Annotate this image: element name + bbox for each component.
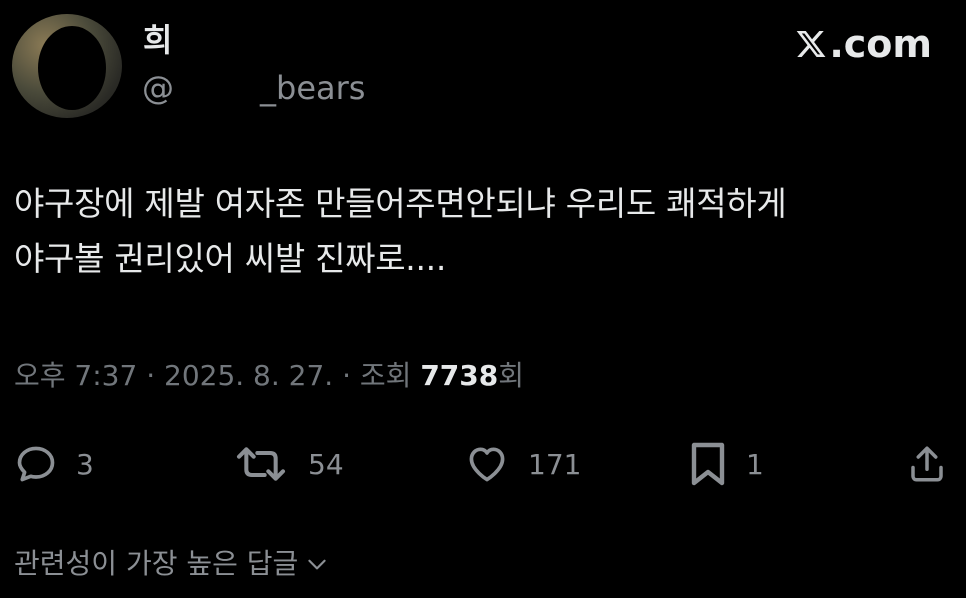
- reply-count: 3: [76, 447, 94, 481]
- handle-suffix: _bears: [260, 69, 366, 107]
- chevron-down-icon: [308, 559, 326, 570]
- brand-text: .com: [829, 22, 932, 66]
- bookmark-button[interactable]: 1: [688, 436, 764, 492]
- tweet-meta: 오후 7:37 · 2025. 8. 27. · 조회 7738회: [14, 356, 524, 396]
- replies-sort-dropdown[interactable]: 관련성이 가장 높은 답글: [14, 544, 330, 584]
- replies-sort-label: 관련성이 가장 높은 답글: [14, 547, 299, 580]
- action-bar: 3 54 171 1: [0, 436, 966, 492]
- author-handle[interactable]: @ _bears: [142, 68, 365, 108]
- author-display-name[interactable]: 희: [143, 20, 172, 60]
- avatar[interactable]: [12, 14, 122, 118]
- repost-button[interactable]: 54: [232, 436, 344, 492]
- like-button[interactable]: 171: [464, 436, 581, 492]
- share-button[interactable]: [906, 436, 948, 492]
- reply-button[interactable]: 3: [14, 436, 94, 492]
- tweet-text-line: 야구볼 권리있어 씨발 진짜로....: [14, 239, 447, 278]
- tweet-text-line: 야구장에 제발 여자존 만들어주면안되냐 우리도 쾌적하게: [14, 184, 787, 223]
- share-icon: [911, 446, 943, 482]
- x-logo-icon: [797, 31, 826, 57]
- repost-icon: [236, 447, 286, 481]
- like-count: 171: [528, 447, 582, 481]
- handle-prefix: @: [142, 69, 174, 107]
- reply-icon: [17, 446, 55, 482]
- bookmark-count: 1: [746, 447, 764, 481]
- bookmark-icon: [691, 442, 725, 486]
- repost-count: 54: [308, 447, 344, 481]
- view-count-suffix: 회: [498, 359, 525, 392]
- avatar-redaction: [38, 26, 106, 110]
- heart-icon: [469, 447, 505, 482]
- tweet-timestamp[interactable]: 오후 7:37 · 2025. 8. 27. · 조회: [14, 359, 420, 392]
- tweet-text: 야구장에 제발 여자존 만들어주면안되냐 우리도 쾌적하게 야구볼 권리있어 씨…: [14, 176, 954, 286]
- view-count: 7738: [420, 359, 499, 392]
- tweet-card: 희 @ _bears .com 야구장에 제발 여자존 만들어주면안되냐 우리도…: [0, 0, 966, 598]
- brand-watermark: .com: [795, 22, 932, 66]
